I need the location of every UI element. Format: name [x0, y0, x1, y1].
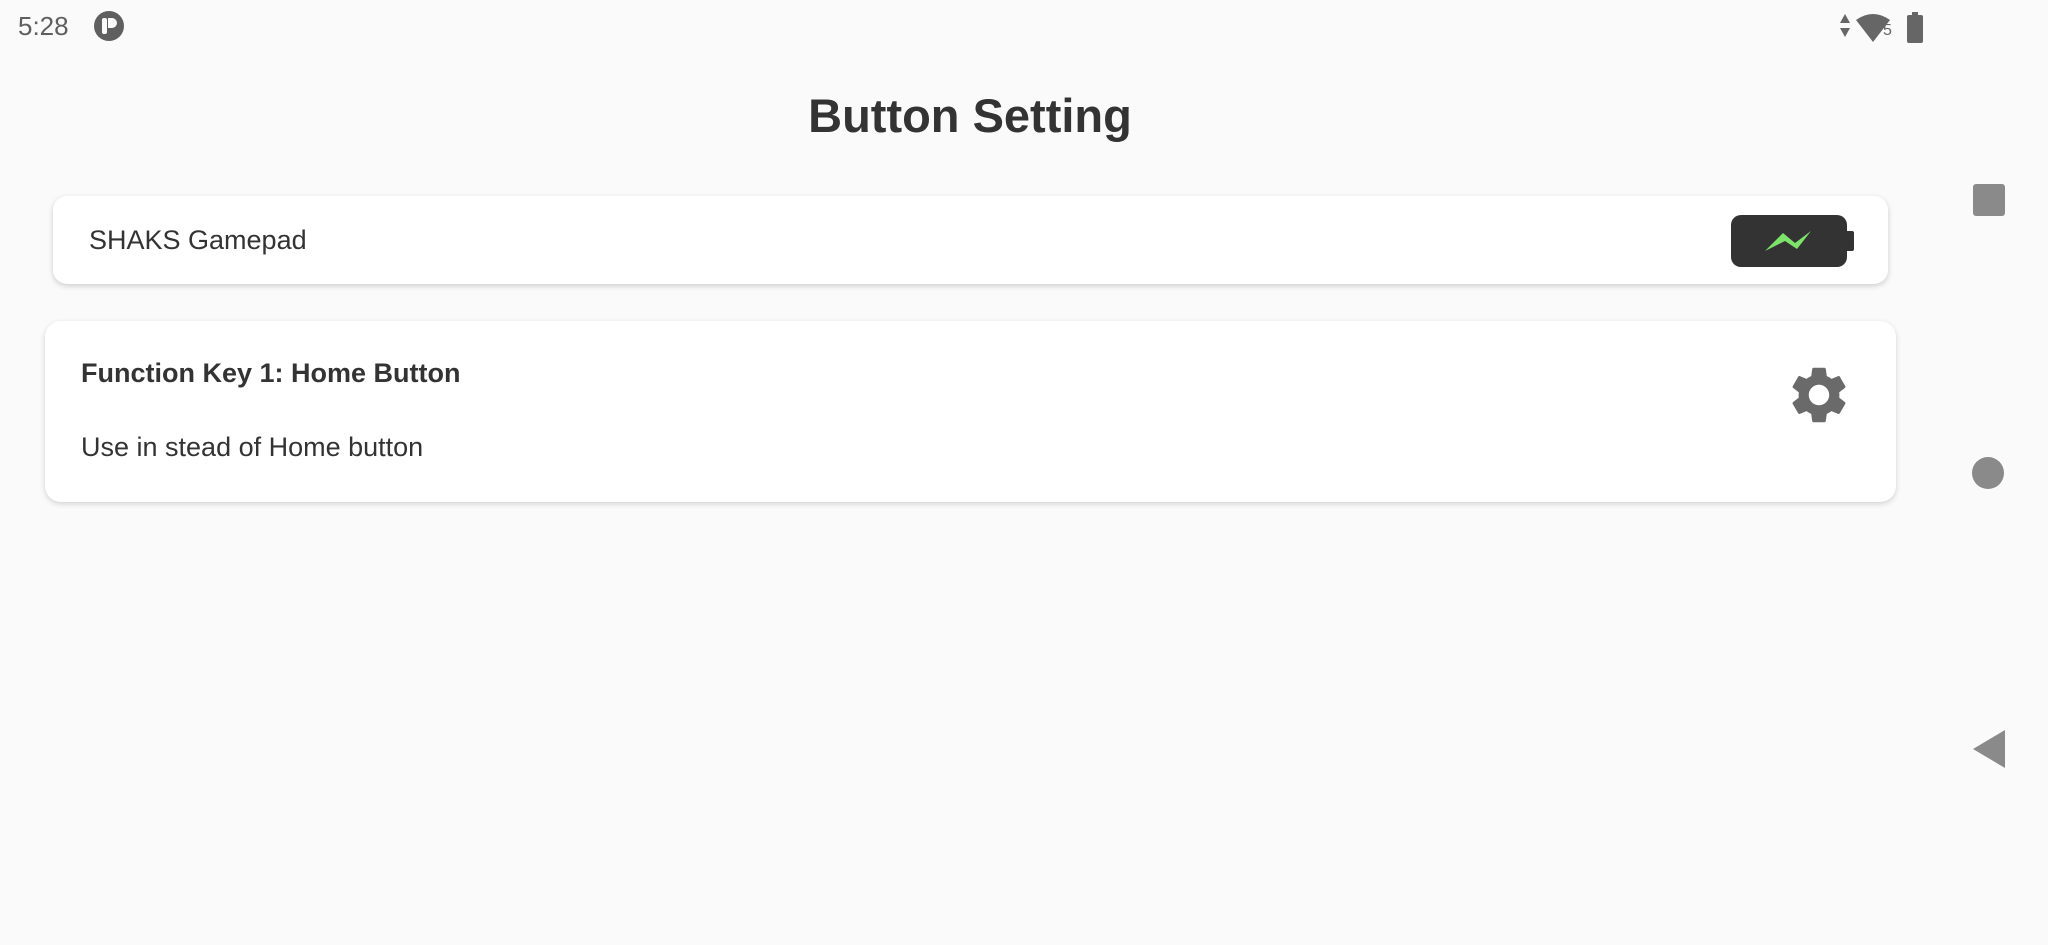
circle-icon [1972, 457, 2004, 489]
gear-icon[interactable] [1785, 361, 1853, 429]
status-icons: 5 [1838, 8, 1928, 46]
back-triangle-icon [1973, 730, 2005, 768]
device-card: SHAKS Gamepad [53, 196, 1888, 284]
pocket-icon [94, 11, 124, 41]
device-name: SHAKS Gamepad [89, 225, 307, 255]
home-button[interactable] [1933, 428, 2048, 518]
wifi-label: 5 [1883, 22, 1892, 39]
page-title: Button Setting [808, 89, 1132, 142]
status-time: 5:28 [18, 11, 69, 41]
navigation-bar [1933, 0, 2048, 945]
function-key-card[interactable]: Function Key 1: Home Button Use in stead… [45, 321, 1896, 502]
data-arrows-icon [1840, 14, 1850, 37]
square-icon [1973, 184, 2005, 216]
recents-button[interactable] [1933, 155, 2048, 245]
function-key-title: Function Key 1: Home Button [81, 358, 461, 388]
function-key-description: Use in stead of Home button [81, 432, 424, 462]
app-screen: 5:28 5 Button Setting SHAKS Gamepad Func [0, 0, 2048, 945]
battery-status-icon [1907, 12, 1923, 43]
back-button[interactable] [1933, 701, 2048, 791]
charging-battery-icon [1731, 215, 1854, 267]
